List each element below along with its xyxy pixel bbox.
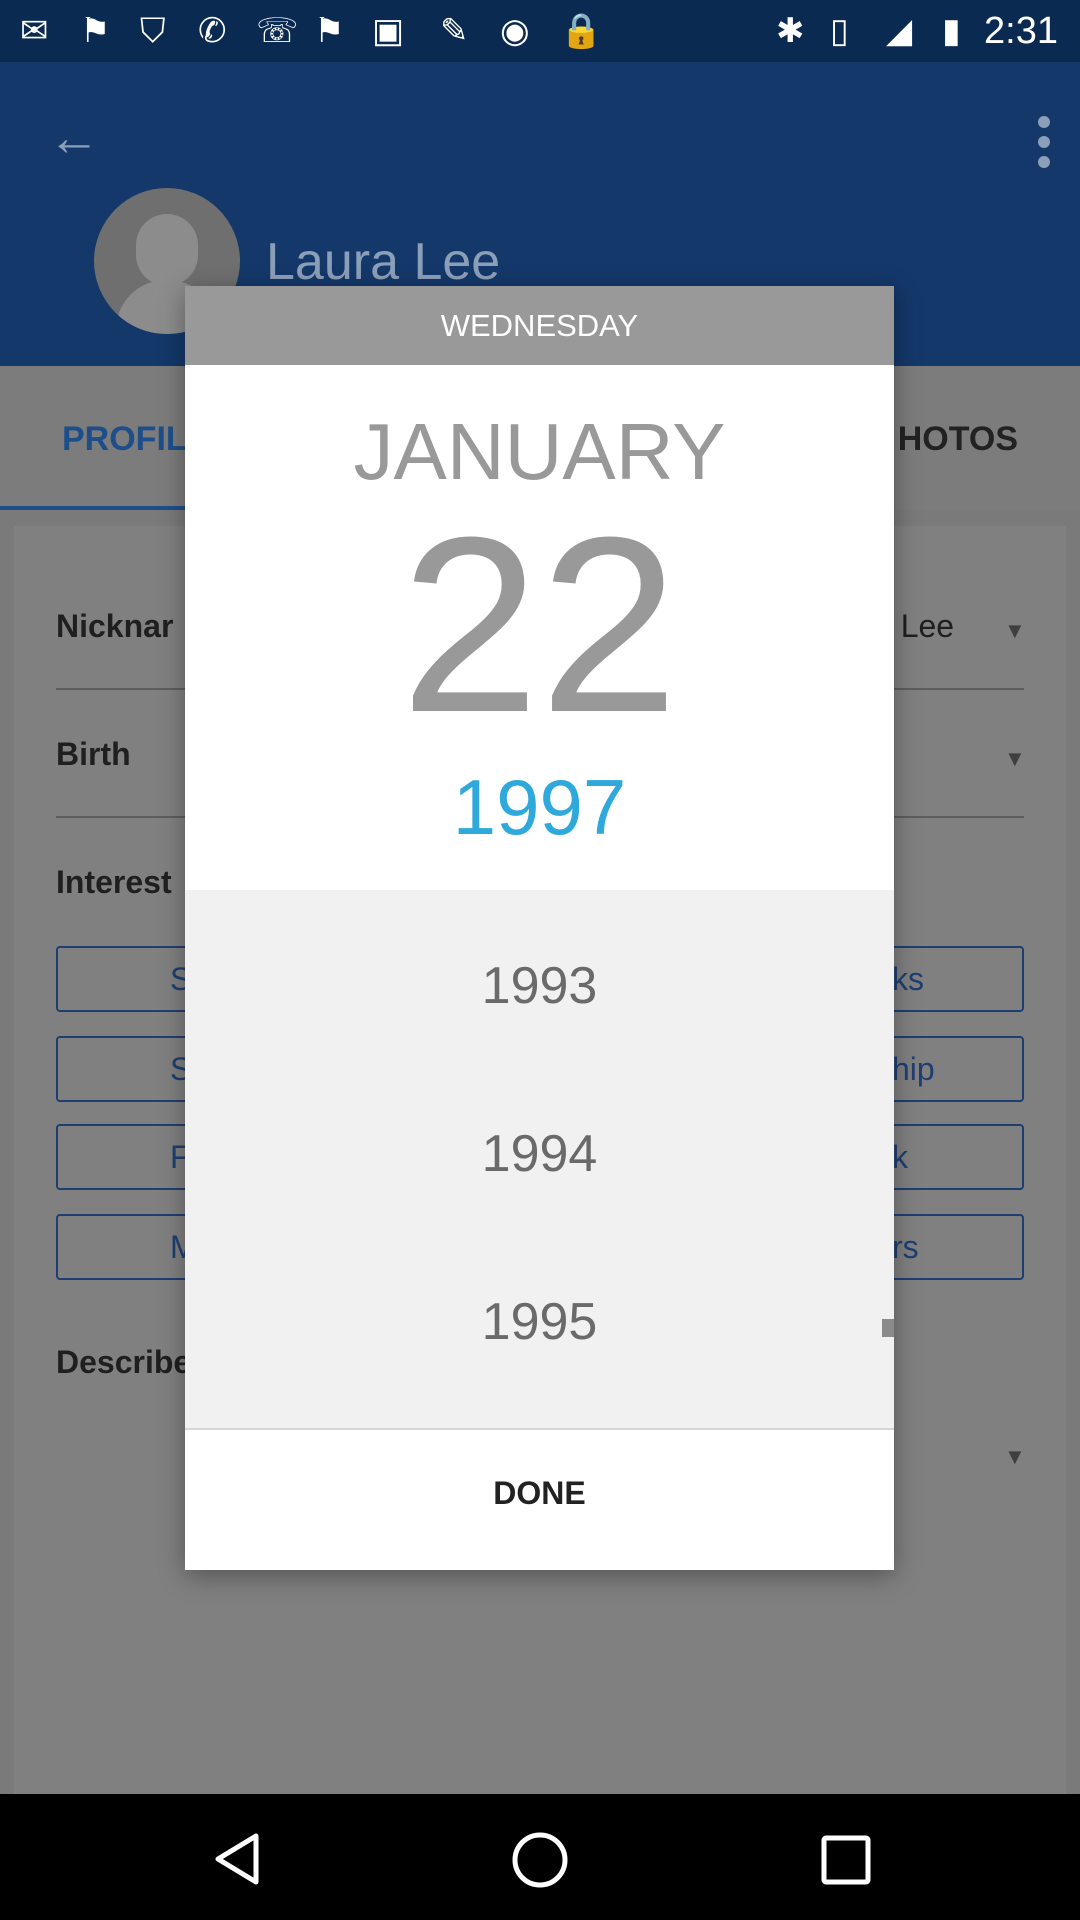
tab-photos[interactable]: HOTOS — [898, 420, 1018, 459]
recents-square-icon[interactable] — [820, 1834, 872, 1886]
vibrate-icon: ▯ — [830, 12, 849, 50]
image-icon: ▣ — [372, 12, 405, 50]
clock: 2:31 — [984, 10, 1058, 52]
flag-icon: ⚑ — [80, 12, 111, 50]
interests-label: Interest — [56, 864, 172, 900]
sms-icon: ✆ — [198, 12, 227, 50]
bluetooth-icon: ✱ — [776, 12, 805, 50]
arrow-back-icon[interactable]: ← — [48, 108, 100, 168]
dropdown-arrow-icon[interactable]: ▼ — [1004, 618, 1026, 644]
describe-label: Describe — [56, 1344, 192, 1380]
year-item[interactable]: 1994 — [185, 1124, 894, 1184]
lock-icon: 🔒 — [560, 12, 603, 50]
profile-name: Laura Lee — [266, 233, 501, 291]
back-triangle-icon[interactable] — [212, 1832, 262, 1886]
signal-icon: ◢ — [886, 12, 913, 50]
more-vert-icon[interactable] — [1038, 108, 1050, 176]
tab-profile[interactable]: PROFIL — [62, 420, 187, 459]
radio-icon: ◉ — [500, 12, 530, 50]
mail-icon: ✉ — [20, 12, 49, 50]
scrollbar[interactable] — [882, 1319, 894, 1337]
year-item[interactable]: 1993 — [185, 956, 894, 1016]
battery-icon: ▮ — [942, 12, 961, 50]
shield-icon: ⛉ — [140, 12, 166, 50]
selected-year[interactable]: 1997 — [185, 762, 894, 853]
weekday-header: WEDNESDAY — [185, 286, 894, 365]
nickname-label: Nicknar — [56, 608, 174, 644]
status-bar: ✉ ⚑ ⛉ ✆ ☏ ⚑ ▣ ✎ ◉ 🔒 ✱ ▯ ◢ ▮ 2:31 — [0, 0, 1080, 62]
dropdown-arrow-icon[interactable]: ▼ — [1004, 746, 1026, 772]
home-circle-icon[interactable] — [510, 1830, 570, 1890]
navigation-bar — [0, 1794, 1080, 1920]
wifi-calling-icon: ☏ — [256, 12, 299, 50]
dropdown-arrow-icon[interactable]: ▼ — [1004, 1444, 1026, 1470]
day-label[interactable]: 22 — [185, 500, 894, 750]
flag-icon: ⚑ — [314, 12, 345, 50]
edit-icon: ✎ — [440, 12, 469, 50]
birth-label: Birth — [56, 736, 131, 772]
done-button[interactable]: DONE — [185, 1430, 894, 1570]
year-item[interactable]: 1995 — [185, 1292, 894, 1352]
date-picker-dialog: WEDNESDAY JANUARY 22 1997 1993 1994 1995… — [185, 286, 894, 1570]
